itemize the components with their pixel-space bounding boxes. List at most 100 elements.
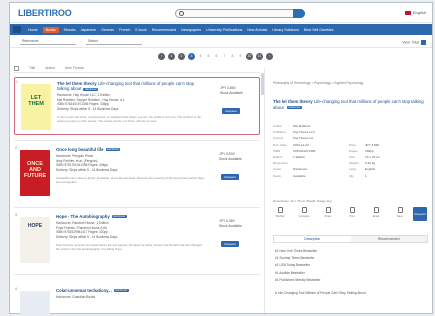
- compare-action[interactable]: Compare: [297, 207, 311, 223]
- save-action[interactable]: Save: [393, 207, 407, 223]
- divider: [14, 207, 260, 208]
- detail-request-button[interactable]: Request: [413, 207, 427, 221]
- action-label: Save: [397, 215, 403, 218]
- language-label: English: [412, 10, 426, 15]
- page-arrow[interactable]: ‹: [158, 53, 165, 60]
- nav-item[interactable]: Ebooks: [64, 28, 76, 32]
- page-number[interactable]: 9: [238, 53, 243, 60]
- list-item[interactable]: 2 ONCE AND FUTURE Once long beautiful life…: [14, 144, 260, 202]
- share-action[interactable]: Share: [321, 207, 335, 223]
- page-number[interactable]: 1: [168, 53, 175, 60]
- detail-value: 1: [365, 173, 367, 178]
- list-item[interactable]: 3 HOPE Hope - The Autobiography Hardcover Ha…: [14, 211, 260, 269]
- book-cover[interactable]: LET THEM: [21, 84, 51, 130]
- detail-title: The let them theory Life-changing tool t…: [273, 99, 428, 110]
- detail-dimension-line: Dimensions: 22 × 15 cm Weight: Range 1kg: [273, 199, 332, 203]
- list-item[interactable]: 4 Colat-unnemat techaticny... Hardcover Har…: [14, 285, 260, 315]
- cover-title: ONCE AND FUTURE: [23, 161, 47, 179]
- book-cover[interactable]: [20, 291, 50, 315]
- filter-dropdown[interactable]: Select: [86, 39, 142, 45]
- item-rank: 3: [15, 213, 17, 217]
- detail-value: Hay House Inc: [293, 136, 314, 141]
- nav-item[interactable]: German: [101, 28, 114, 32]
- item-title[interactable]: The let them theory Life-changing tool t…: [57, 81, 207, 92]
- detail-tab[interactable]: Recommended: [350, 236, 427, 242]
- search-input[interactable]: [175, 9, 305, 18]
- select-all-checkbox[interactable]: [14, 66, 19, 71]
- main-nav: Home Books Ebooks Japanese German French E-boo…: [10, 24, 432, 35]
- page-number[interactable]: 7: [222, 53, 227, 60]
- nav-item[interactable]: French: [119, 28, 130, 32]
- page-number[interactable]: 6: [214, 53, 219, 60]
- nav-item[interactable]: Home: [28, 28, 38, 32]
- request-button[interactable]: Request: [221, 174, 239, 180]
- page-number[interactable]: 2: [178, 53, 185, 60]
- item-price: JPY 5,530 Stock Available: [219, 152, 242, 163]
- breadcrumb: Philosophy of Technology > Psychology > …: [273, 81, 364, 85]
- item-title[interactable]: Hope - The Autobiography Hardcover: [56, 214, 206, 219]
- nav-item[interactable]: Japanese: [81, 28, 97, 32]
- wishlist-action[interactable]: Wishlist: [273, 207, 287, 223]
- book-cover[interactable]: HOPE: [20, 217, 50, 263]
- print-action[interactable]: Print: [345, 207, 359, 223]
- detail-value: English: [365, 167, 376, 172]
- request-button[interactable]: Request: [221, 241, 239, 247]
- detail-value: 1 Edition: [293, 155, 306, 160]
- site-logo[interactable]: LIBERTIROO: [18, 8, 72, 18]
- detail-value: 15 x 23 cm: [365, 155, 381, 160]
- item-meta-line: Delivery: Ships within 5 - 14 Business D…: [56, 167, 118, 172]
- sort-dropdown[interactable]: Relevance: [20, 39, 76, 45]
- item-rank: 1: [16, 80, 18, 84]
- column-header[interactable]: Author: [45, 66, 55, 72]
- item-meta: Hardcover, Guardian Books: [56, 295, 206, 300]
- divider: [14, 274, 260, 275]
- nav-item[interactable]: E-book: [135, 28, 146, 32]
- format-badge: Hardcover: [286, 105, 302, 110]
- bestseller-item: #1 New York Times Bestseller: [275, 249, 318, 253]
- detail-key: Publisher: [273, 130, 286, 135]
- language-selector[interactable]: English: [404, 10, 426, 15]
- detail-value: Mel Robbins: [293, 124, 311, 129]
- nav-items: Home Books Ebooks Japanese German French E-boo…: [28, 24, 334, 35]
- page-number[interactable]: 4: [198, 53, 203, 60]
- detail-value: Available: [293, 173, 306, 178]
- page-number[interactable]: 10: [246, 53, 253, 60]
- nav-item[interactable]: Books: [42, 26, 59, 33]
- menu-icon[interactable]: [13, 26, 21, 33]
- request-button[interactable]: Request: [222, 108, 240, 114]
- nav-item[interactable]: University Publications: [206, 28, 242, 32]
- view-toggle[interactable]: View: Total: [402, 40, 426, 45]
- nav-item[interactable]: Newspapers: [181, 28, 201, 32]
- detail-value: 0.62 kg: [365, 161, 376, 166]
- detail-key: Stock: [273, 173, 281, 178]
- action-label: Compare: [298, 215, 310, 218]
- list-item[interactable]: 1 LET THEM The let them theory Life-changi…: [14, 77, 260, 135]
- cover-title: HOPE: [27, 223, 43, 229]
- page-number[interactable]: 3: [188, 53, 195, 60]
- detail-tab[interactable]: Description: [274, 236, 351, 242]
- detail-key: Author: [273, 124, 283, 129]
- mail-action[interactable]: Email: [369, 207, 383, 223]
- search-button[interactable]: [293, 9, 305, 18]
- search-icon: [179, 11, 184, 16]
- nav-item[interactable]: New Arrivals: [247, 28, 267, 32]
- nav-item[interactable]: Best Sell Gambles: [304, 28, 334, 32]
- page-number[interactable]: 8: [230, 53, 235, 60]
- item-title[interactable]: Once long beautiful life Hardcover: [56, 147, 206, 152]
- page-arrow[interactable]: ›: [266, 53, 273, 60]
- item-title[interactable]: Colat-unnemat techaticny... Hardcover: [56, 288, 206, 293]
- save-icon: [397, 207, 403, 213]
- nav-item[interactable]: Recommended: [152, 28, 176, 32]
- page-number[interactable]: 11: [256, 53, 263, 60]
- book-cover[interactable]: ONCE AND FUTURE: [20, 150, 50, 196]
- item-price: JPY 3,860 Stock Available: [220, 86, 243, 97]
- column-header[interactable]: Title: [29, 66, 35, 72]
- detail-key: Size: [349, 155, 356, 160]
- column-header[interactable]: Item Format: [65, 66, 83, 72]
- bestseller-list: #1 New York Times Bestseller #1 Sunday Ti…: [275, 248, 425, 284]
- item-meta: Hardcover, Penguin Press Amy Poehler, et …: [56, 154, 206, 173]
- detail-key: Price: [349, 142, 357, 147]
- nav-item[interactable]: Library Solutions: [272, 28, 299, 32]
- item-description: A beautiful story about a family, friend…: [56, 176, 205, 184]
- page-number[interactable]: 5: [206, 53, 211, 60]
